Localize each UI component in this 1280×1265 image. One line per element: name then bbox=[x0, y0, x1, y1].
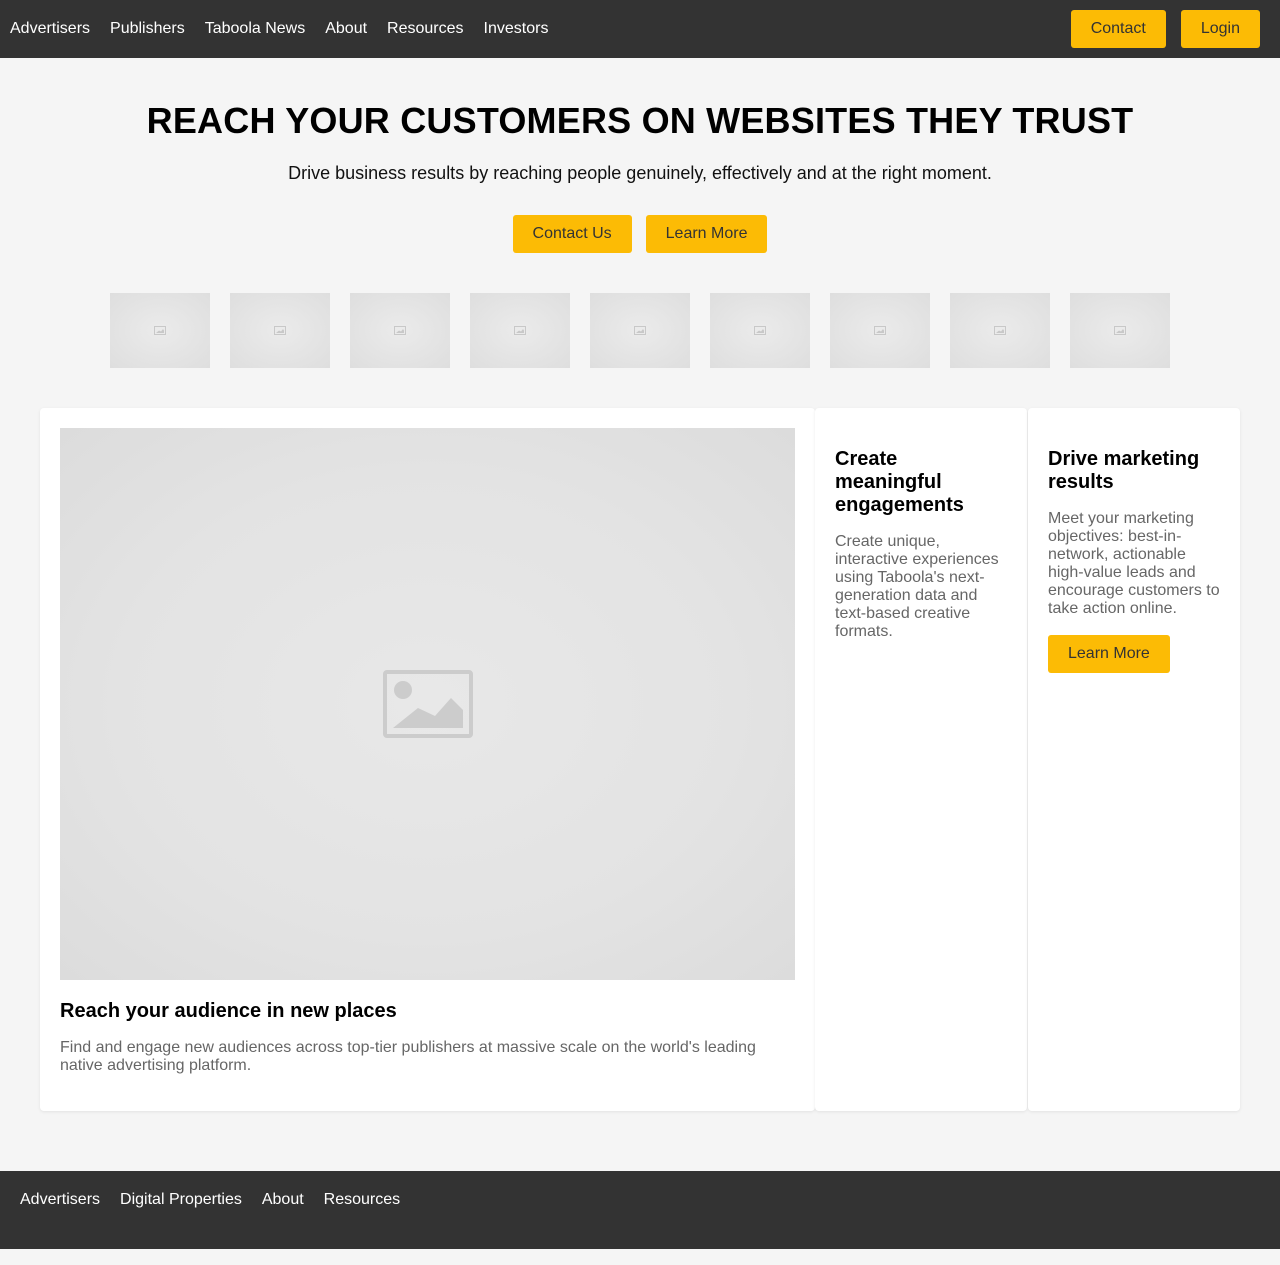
footer-link-about[interactable]: About bbox=[262, 1191, 304, 1209]
image-placeholder-icon bbox=[874, 326, 886, 335]
nav-link-investors[interactable]: Investors bbox=[484, 20, 549, 38]
nav-link-publishers[interactable]: Publishers bbox=[110, 20, 185, 38]
card-reach-audience: Reach your audience in new places Find a… bbox=[40, 408, 815, 1111]
card-text: Meet your marketing objectives: best-in-… bbox=[1048, 510, 1220, 617]
image-placeholder-icon bbox=[994, 326, 1006, 335]
nav-link-taboola-news[interactable]: Taboola News bbox=[205, 20, 306, 38]
contact-us-button[interactable]: Contact Us bbox=[512, 215, 632, 253]
footer-nav: Advertisers Digital Properties About Res… bbox=[20, 1191, 420, 1209]
main-nav: Advertisers Publishers Taboola News Abou… bbox=[10, 0, 568, 58]
image-placeholder-icon bbox=[394, 326, 406, 335]
partner-logos bbox=[110, 293, 1190, 368]
footer-link-advertisers[interactable]: Advertisers bbox=[20, 1191, 100, 1209]
login-button[interactable]: Login bbox=[1180, 10, 1260, 48]
partner-logo bbox=[590, 293, 690, 368]
hero-learn-more-button[interactable]: Learn More bbox=[645, 215, 768, 253]
contact-button[interactable]: Contact bbox=[1070, 10, 1166, 48]
top-navigation-bar: Advertisers Publishers Taboola News Abou… bbox=[0, 0, 1280, 58]
hero-title: REACH YOUR CUSTOMERS ON WEBSITES THEY TR… bbox=[146, 100, 1134, 141]
partner-logo bbox=[710, 293, 810, 368]
image-placeholder-icon bbox=[754, 326, 766, 335]
partner-logo bbox=[470, 293, 570, 368]
card-learn-more-button[interactable]: Learn More bbox=[1048, 635, 1170, 673]
footer-link-resources[interactable]: Resources bbox=[324, 1191, 400, 1209]
image-placeholder-icon bbox=[1114, 326, 1126, 335]
partner-logo bbox=[110, 293, 210, 368]
hero-buttons: Contact Us Learn More bbox=[0, 215, 1280, 253]
card-text: Find and engage new audiences across top… bbox=[60, 1039, 756, 1074]
footer-link-digital-properties[interactable]: Digital Properties bbox=[120, 1191, 242, 1209]
feature-cards: Reach your audience in new places Find a… bbox=[40, 408, 1240, 1111]
card-text: Create unique, interactive experiences u… bbox=[835, 533, 999, 640]
card-title: Create meaningful engagements bbox=[835, 448, 964, 516]
card-image bbox=[60, 428, 795, 980]
footer: Advertisers Digital Properties About Res… bbox=[0, 1171, 1280, 1249]
partner-logo bbox=[1070, 293, 1170, 368]
image-placeholder-icon bbox=[274, 326, 286, 335]
nav-link-resources[interactable]: Resources bbox=[387, 20, 463, 38]
image-placeholder-icon bbox=[634, 326, 646, 335]
nav-actions: Contact Login bbox=[1056, 10, 1260, 48]
card-title: Drive marketing results bbox=[1048, 448, 1200, 493]
image-placeholder-icon bbox=[382, 670, 473, 738]
card-meaningful-engagements: Create meaningful engagements Create uni… bbox=[815, 408, 1027, 1111]
partner-logo bbox=[950, 293, 1050, 368]
hero-subtitle: Drive business results by reaching peopl… bbox=[288, 163, 992, 183]
card-marketing-results: Drive marketing results Meet your market… bbox=[1028, 408, 1240, 1111]
card-title: Reach your audience in new places bbox=[60, 1000, 397, 1022]
image-placeholder-icon bbox=[514, 326, 526, 335]
partner-logo bbox=[830, 293, 930, 368]
partner-logo bbox=[230, 293, 330, 368]
nav-link-about[interactable]: About bbox=[325, 20, 367, 38]
image-placeholder-icon bbox=[154, 326, 166, 335]
nav-link-advertisers[interactable]: Advertisers bbox=[10, 20, 90, 38]
partner-logo bbox=[350, 293, 450, 368]
